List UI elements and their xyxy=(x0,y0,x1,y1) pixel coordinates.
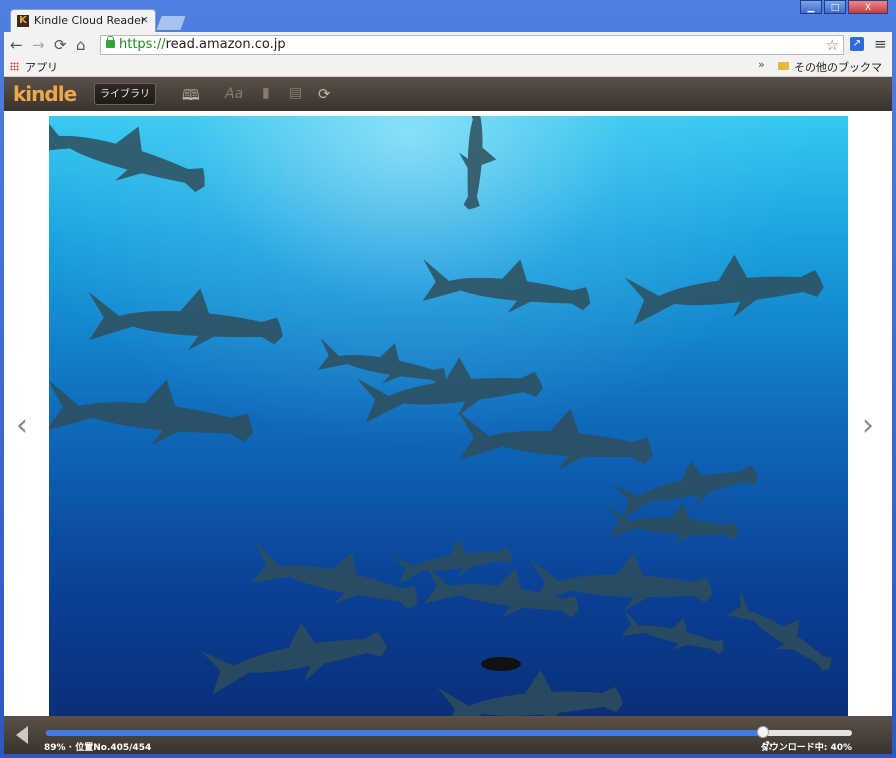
bookmark-apps[interactable]: アプリ xyxy=(25,59,58,75)
next-page-icon[interactable]: › xyxy=(862,411,874,441)
bookmarks-bar: アプリ » その他のブックマーク xyxy=(4,58,892,90)
progress-slider[interactable] xyxy=(46,726,852,738)
tab-close-icon[interactable]: × xyxy=(140,13,149,26)
url-scheme: https:// xyxy=(119,37,166,52)
address-bar[interactable]: https://read.amazon.co.jp ☆ xyxy=(100,35,844,55)
kindle-favicon-icon: K xyxy=(17,15,29,27)
forward-icon[interactable]: → xyxy=(32,36,45,54)
back-to-start-icon[interactable] xyxy=(16,726,28,744)
bookmark-icon[interactable]: ▮ xyxy=(262,85,270,101)
kindle-header: kindle ライブラリ 🕮 Aa ▮ ▤ ⟳ xyxy=(4,77,892,111)
tab-kindle-cloud-reader[interactable]: K Kindle Cloud Reader × xyxy=(10,9,156,32)
font-settings-icon[interactable]: Aa xyxy=(225,86,243,102)
bookmarks-overflow-icon[interactable]: » xyxy=(758,58,765,71)
reader-area: ‹ › xyxy=(4,111,892,716)
download-status: ダウンロード中: 40% xyxy=(760,743,852,753)
progress-fill xyxy=(46,730,764,736)
secure-lock-icon xyxy=(106,36,115,48)
tab-strip: K Kindle Cloud Reader × ▁ □ X xyxy=(0,0,896,32)
tab-title: Kindle Cloud Reader xyxy=(34,14,146,27)
book-open-icon[interactable]: 🕮 xyxy=(182,85,200,110)
browser-toolbar: ← → ⟳ ⌂ https://read.amazon.co.jp ☆ ↗ ≡ xyxy=(4,32,892,58)
window-controls: ▁ □ X xyxy=(798,0,888,16)
location-text: 89% · 位置No.405/454 xyxy=(44,743,152,753)
extension-icon[interactable]: ↗ xyxy=(850,37,864,51)
close-window-button[interactable]: X xyxy=(848,0,888,14)
notes-icon[interactable]: ▤ xyxy=(289,85,302,101)
back-icon[interactable]: ← xyxy=(10,36,23,54)
url-host: read.amazon.co.jp xyxy=(165,37,286,52)
book-page-image xyxy=(49,116,848,716)
progress-knob[interactable] xyxy=(757,726,770,738)
reload-icon[interactable]: ⟳ xyxy=(54,36,67,54)
minimize-button[interactable]: ▁ xyxy=(800,0,822,14)
apps-grid-icon xyxy=(10,62,19,71)
hammerhead-sharks-illustration xyxy=(49,116,843,716)
prev-page-icon[interactable]: ‹ xyxy=(16,411,28,441)
folder-icon xyxy=(778,62,789,70)
bookmark-star-icon[interactable]: ☆ xyxy=(826,36,839,54)
new-tab-button[interactable] xyxy=(155,15,187,31)
sync-icon[interactable]: ⟳ xyxy=(318,85,331,103)
chrome-menu-icon[interactable]: ≡ xyxy=(874,35,887,53)
home-icon[interactable]: ⌂ xyxy=(76,36,86,54)
browser-window: K Kindle Cloud Reader × ▁ □ X ← → ⟳ ⌂ ht… xyxy=(0,0,896,758)
maximize-button[interactable]: □ xyxy=(824,0,846,14)
url-text: https://read.amazon.co.jp xyxy=(119,37,286,52)
library-button[interactable]: ライブラリ xyxy=(94,83,156,105)
kindle-logo: kindle xyxy=(13,82,77,106)
kindle-footer: 89% · 位置No.405/454 ダウンロード中: 40% xyxy=(4,716,892,754)
